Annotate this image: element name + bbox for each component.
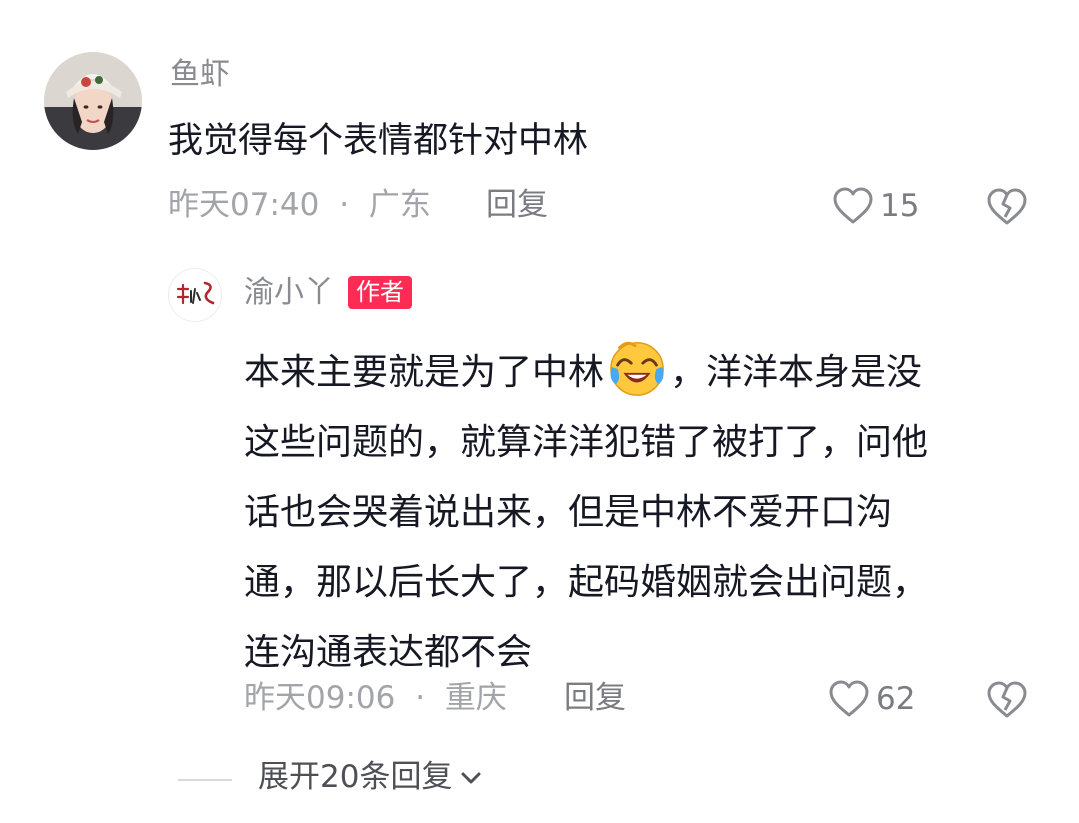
reply-text: 本来主要就是为了中林 ，洋洋本身是没 这些问题的，就算洋洋犯错了被打了，问他 话… <box>244 336 1044 688</box>
comment-time: 昨天07:40 <box>168 187 320 223</box>
reply-like-button[interactable]: 62 <box>828 679 915 719</box>
reply-time: 昨天09:06 <box>244 680 396 716</box>
reply-line: 这些问题的，就算洋洋犯错了被打了，问他 <box>244 422 929 463</box>
calligraphy-logo-icon <box>169 269 221 321</box>
like-count: 15 <box>880 187 920 224</box>
reply-dislike-button[interactable] <box>986 680 1028 724</box>
meta-separator: · <box>339 187 350 223</box>
expand-divider <box>178 779 232 781</box>
reply-username[interactable]: 渝小丫 <box>244 277 334 308</box>
heart-outline-icon <box>829 680 869 717</box>
expand-replies-button[interactable]: 展开20条回复 <box>258 762 486 793</box>
dislike-button[interactable] <box>986 187 1028 231</box>
reply-line: 话也会哭着说出来，但是中林不爱开口沟 <box>244 492 893 533</box>
crying-laughing-emoji <box>610 341 664 396</box>
heart-outline-icon <box>833 187 873 224</box>
reply-avatar[interactable] <box>168 268 222 322</box>
comment-username[interactable]: 鱼虾 <box>170 60 230 90</box>
reply-line: 通，那以后长大了，起码婚姻就会出问题， <box>244 562 929 603</box>
reply-text-segment: ，洋洋本身是没 <box>670 352 923 393</box>
reply-text-segment: 本来主要就是为了中林 <box>244 352 605 393</box>
reply-location: 重庆 <box>444 680 507 716</box>
like-button[interactable]: 15 <box>832 186 919 226</box>
comment-text: 我觉得每个表情都针对中林 <box>168 121 589 161</box>
reply-line: 本来主要就是为了中林 ，洋洋本身是没 <box>244 336 1044 408</box>
reply-button[interactable]: 回复 <box>486 190 548 221</box>
user-photo-icon <box>44 52 142 150</box>
comment-location: 广东 <box>368 187 431 223</box>
broken-heart-icon <box>987 681 1027 718</box>
meta-separator: · <box>415 680 426 716</box>
expand-label: 展开20条回复 <box>258 759 453 795</box>
reply-reply-button[interactable]: 回复 <box>564 683 626 714</box>
chevron-down-icon <box>461 772 481 783</box>
broken-heart-icon <box>987 188 1027 225</box>
comment-meta: 昨天07:40 · 广东 <box>168 190 431 221</box>
reply-header: 渝小丫 作者 <box>244 276 412 309</box>
reply-like-count: 62 <box>876 680 916 717</box>
reply-meta: 昨天09:06 · 重庆 <box>244 683 507 714</box>
avatar[interactable] <box>44 52 142 150</box>
reply-line: 连沟通表达都不会 <box>244 632 533 673</box>
author-badge: 作者 <box>348 276 412 309</box>
